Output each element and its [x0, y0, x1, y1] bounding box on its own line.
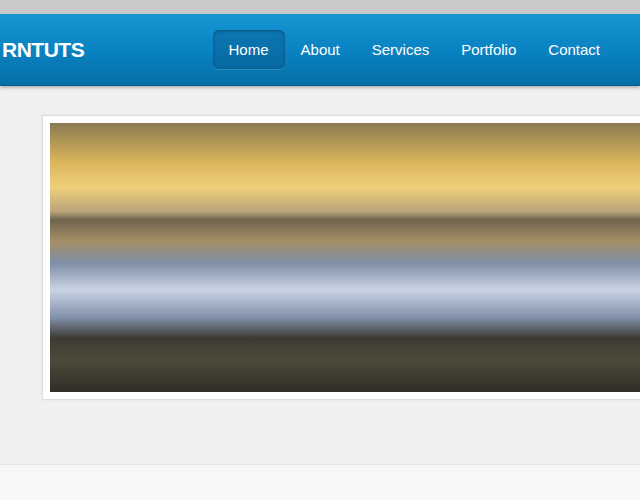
- nav-item[interactable]: Services: [356, 30, 446, 69]
- page: RNTUTS HomeAboutServicesPortfolioContact: [0, 0, 640, 500]
- nav-item[interactable]: Contact: [532, 30, 616, 69]
- nav-item[interactable]: Home: [213, 30, 285, 69]
- hero-image: [50, 123, 640, 392]
- content: [0, 86, 640, 464]
- main-nav: HomeAboutServicesPortfolioContact: [213, 30, 616, 69]
- nav-item[interactable]: About: [285, 30, 356, 69]
- image-frame: [42, 115, 640, 400]
- top-strip: [0, 0, 640, 14]
- nav-item[interactable]: Portfolio: [445, 30, 532, 69]
- footer: [0, 464, 640, 500]
- header: RNTUTS HomeAboutServicesPortfolioContact: [0, 14, 640, 86]
- logo[interactable]: RNTUTS: [0, 38, 84, 62]
